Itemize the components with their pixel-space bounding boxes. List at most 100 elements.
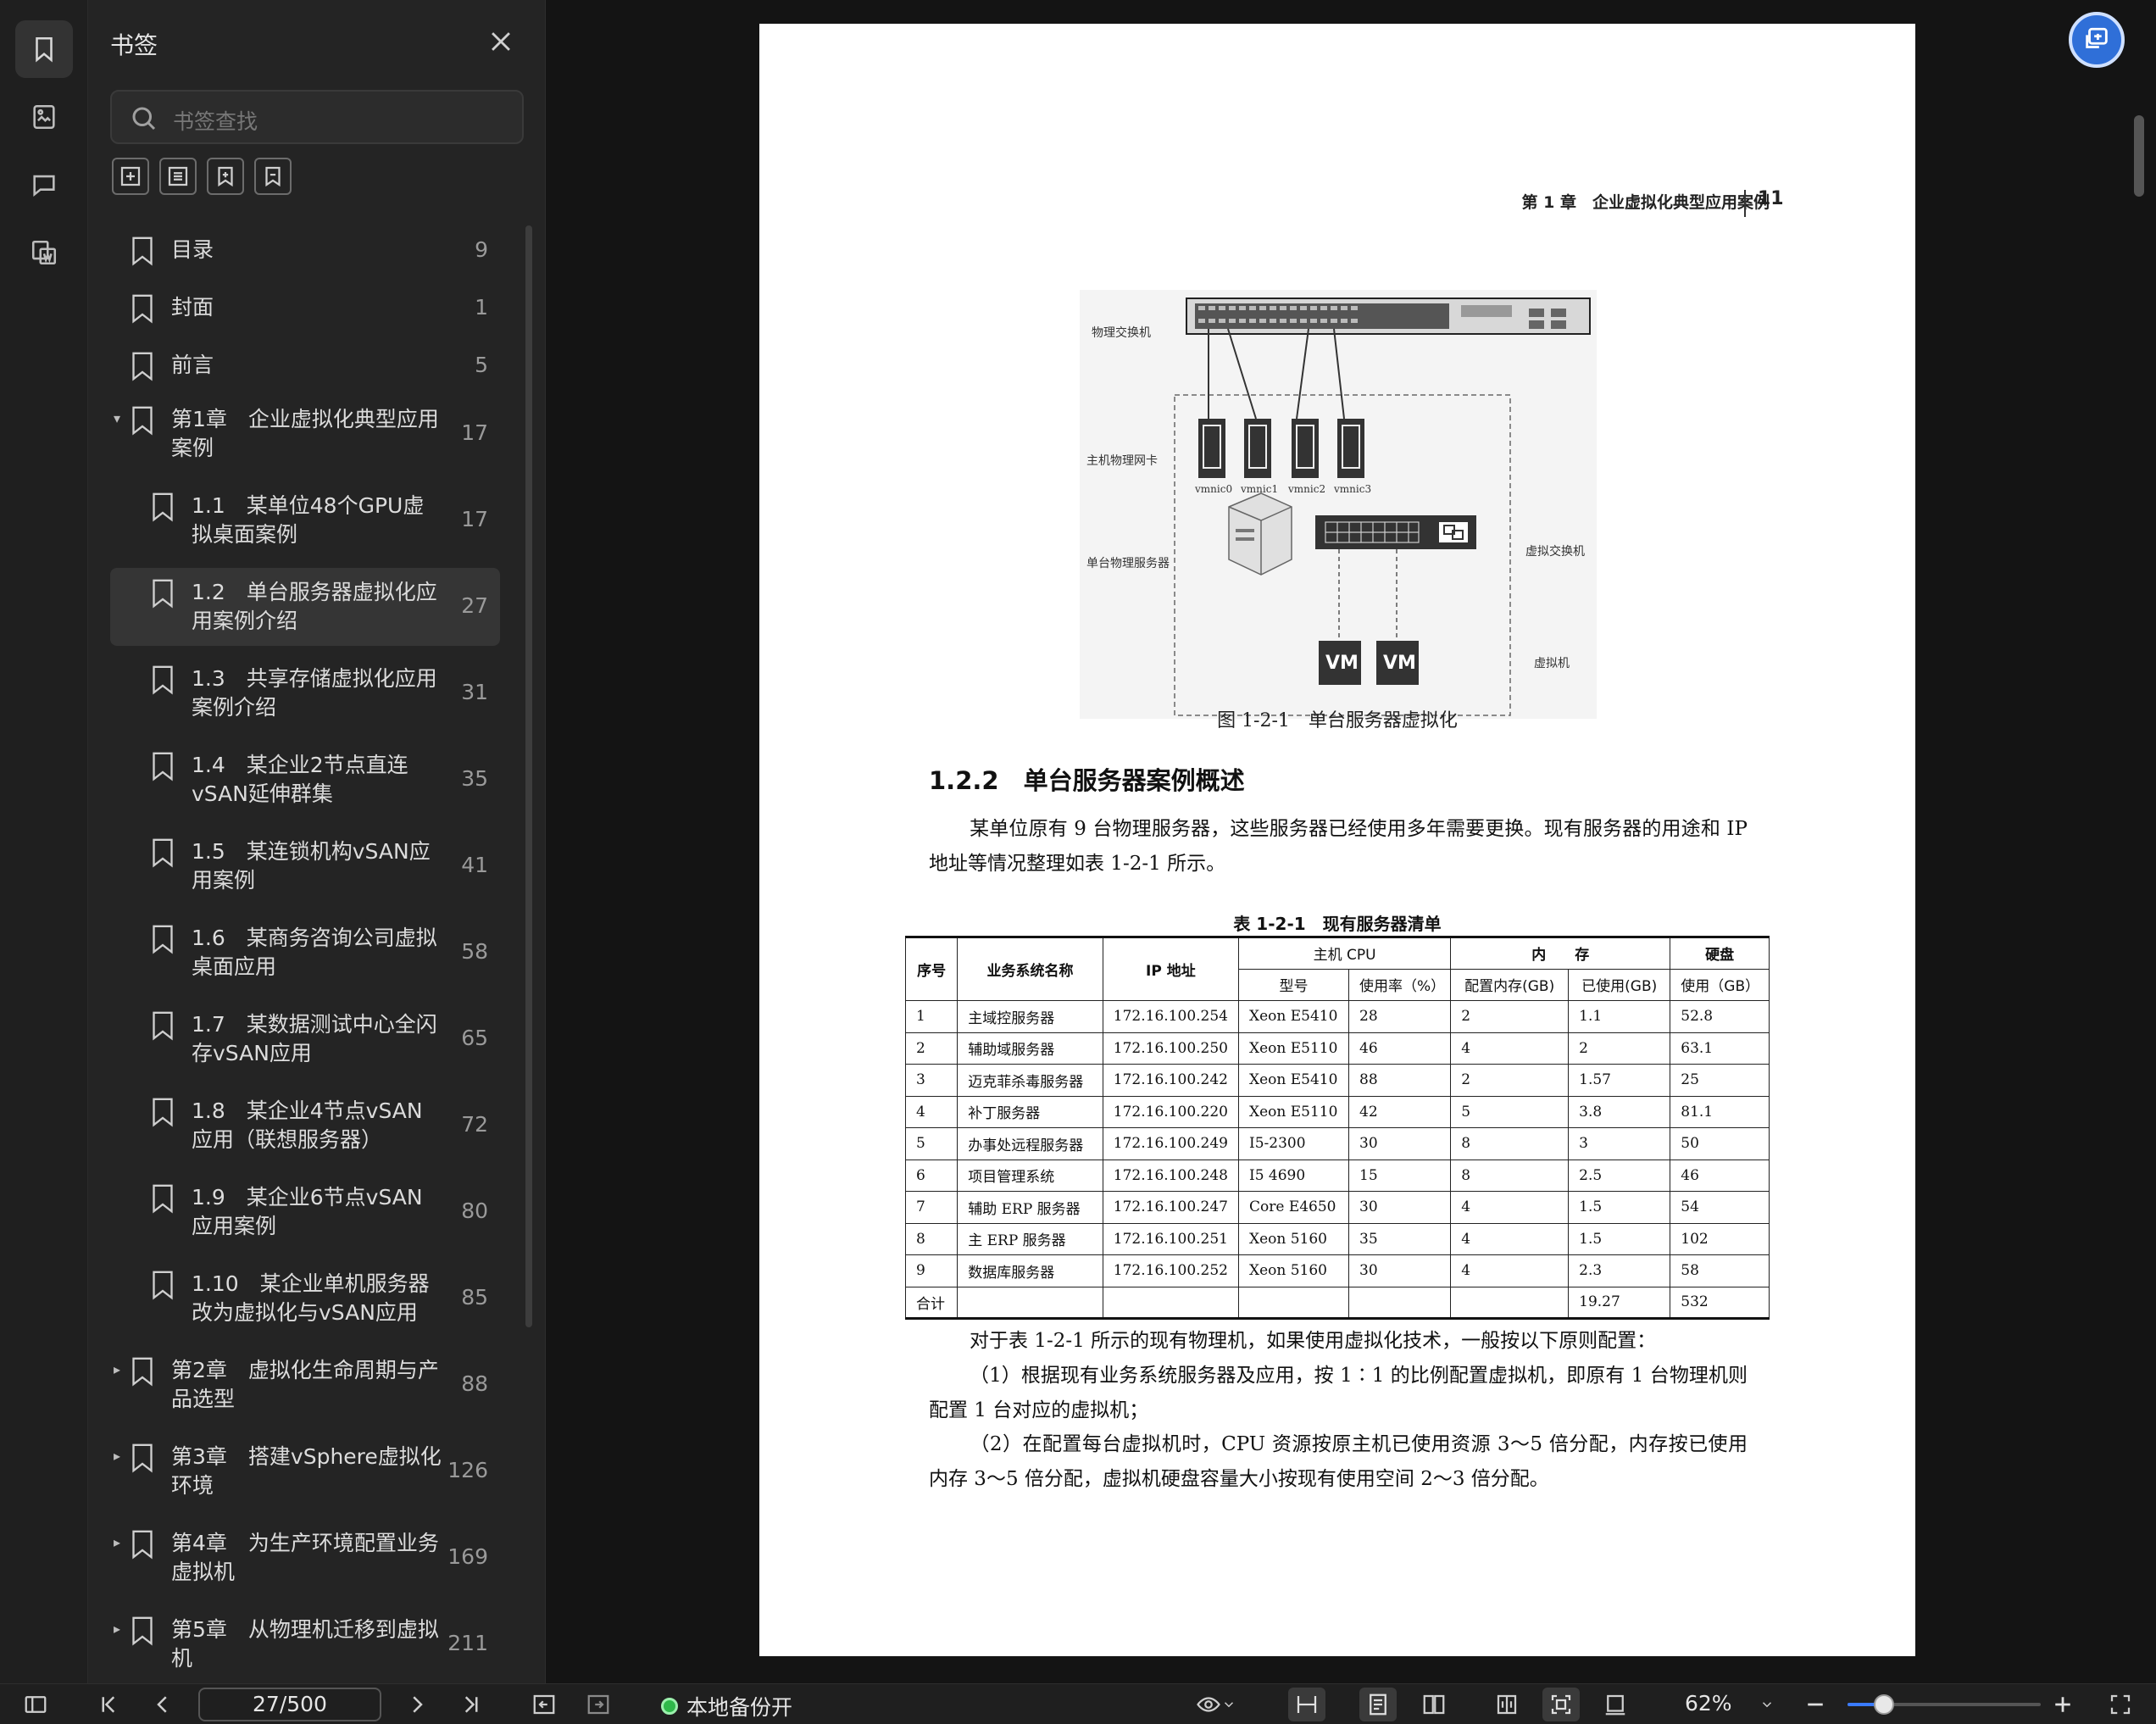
zoom-level[interactable]: 62%	[1685, 1691, 1732, 1716]
zoom-in-button[interactable]	[2048, 1691, 2078, 1718]
previous-page-button[interactable]	[146, 1691, 180, 1718]
table-row: 9 数据库服务器 172.16.100.252 Xeon 5160 30 4 2.3 58	[904, 1254, 1770, 1287]
word-export-rail-button[interactable]	[15, 224, 73, 281]
bookmark-item[interactable]: 1.6 某商务咨询公司虚拟桌面应用 58	[110, 914, 500, 992]
bookmark-item[interactable]: ▸ 第3章 搭建vSphere虚拟化环境 126	[110, 1432, 500, 1510]
bookmark-page-number: 80	[461, 1198, 488, 1223]
table-cell: 7	[904, 1191, 959, 1224]
bookmark-item[interactable]: ▸ 第4章 为生产环境配置业务虚拟机 169	[110, 1519, 500, 1597]
floating-action-button[interactable]	[2069, 12, 2125, 68]
bookmark-item[interactable]: ▸ 第5章 从物理机迁移到虚拟机 211	[110, 1605, 500, 1683]
bookmark-icon	[153, 1184, 173, 1214]
side-rail	[0, 0, 88, 1683]
collapsed-arrow-icon[interactable]: ▸	[114, 1534, 120, 1550]
col-subheader: 使用率（%）	[1348, 968, 1452, 1001]
collapsed-arrow-icon[interactable]: ▸	[114, 1621, 120, 1637]
table-cell: 172.16.100.242	[1102, 1064, 1239, 1097]
collapsed-arrow-icon[interactable]: ▸	[114, 1361, 120, 1377]
go-back-button[interactable]	[527, 1691, 561, 1718]
figure-diagram: 物理交换机 主机物理网卡 单台物理服务器 虚拟交换机 虚拟机 vmnic0 vm…	[1080, 290, 1597, 719]
table-cell: 63.1	[1670, 1032, 1770, 1065]
col-header: 业务系统名称	[957, 937, 1103, 1001]
expanded-arrow-icon[interactable]: ▾	[114, 410, 120, 426]
bookmark-label: 前言	[171, 353, 214, 377]
table-cell: 8	[904, 1222, 959, 1255]
bookmark-item[interactable]: ▸ 第2章 虚拟化生命周期与产品选型 88	[110, 1346, 500, 1424]
table-cell: 1.5	[1568, 1222, 1671, 1255]
table-cell: 35	[1348, 1222, 1452, 1255]
section-heading: 1.2.2 单台服务器案例概述	[929, 766, 1245, 795]
next-page-button[interactable]	[400, 1691, 434, 1718]
search-icon	[132, 107, 156, 131]
go-forward-button[interactable]	[581, 1691, 615, 1718]
zoom-slider-knob[interactable]	[1874, 1694, 1895, 1715]
page-number-input[interactable]: 27/500	[198, 1688, 381, 1721]
table-cell: 30	[1348, 1127, 1452, 1160]
table-cell: 3	[904, 1064, 959, 1097]
bookmark-page-number: 211	[447, 1631, 488, 1655]
col-subheader: 已使用(GB)	[1568, 968, 1671, 1001]
local-backup-status[interactable]: 本地备份开	[661, 1691, 792, 1721]
remove-bookmark-button[interactable]	[159, 158, 197, 195]
col-header: 内 存	[1450, 937, 1671, 970]
eye-protection-button[interactable]	[1190, 1691, 1242, 1718]
add-bookmark-button[interactable]	[112, 158, 149, 195]
bookmark-item[interactable]: 1.7 某数据测试中心全闪存vSAN应用 65	[110, 1000, 500, 1078]
chevron-right-icon	[413, 1696, 423, 1713]
bookmark-item[interactable]: 1.9 某企业6节点vSAN应用案例 80	[110, 1173, 500, 1251]
bookmark-item[interactable]: 1.2 单台服务器虚拟化应用案例介绍 27	[110, 568, 500, 646]
fit-width-button[interactable]	[1288, 1688, 1325, 1721]
collapse-bookmarks-button[interactable]	[254, 158, 292, 195]
bookmark-item[interactable]: 1.10 某企业单机服务器改为虚拟化与vSAN应用 85	[110, 1260, 500, 1337]
bookmark-item[interactable]: 1.3 共享存储虚拟化应用案例介绍 31	[110, 654, 500, 732]
table-cell: 58	[1670, 1254, 1770, 1287]
rotate-button[interactable]	[1597, 1691, 1634, 1718]
bookmark-item[interactable]: 1.1 某单位48个GPU虚拟桌面案例 17	[110, 481, 500, 559]
comment-rail-button[interactable]	[15, 156, 73, 214]
first-page-button[interactable]	[92, 1691, 125, 1718]
nic-label: vmnic1	[1241, 483, 1279, 495]
table-cell: 5	[904, 1127, 959, 1160]
table-cell: 42	[1348, 1095, 1452, 1128]
fit-page-button[interactable]	[1542, 1688, 1580, 1721]
bottom-toolbar: 27/500 本地备份开 62%	[0, 1683, 2156, 1724]
bookmark-icon	[153, 838, 173, 868]
table-row: 8主 ERP 服务器 172.16.100.251 Xeon 5160 35 4 1.5 1…	[904, 1222, 1770, 1255]
bookmark-item[interactable]: 封面 1	[110, 280, 500, 337]
collapsed-arrow-icon[interactable]: ▸	[114, 1448, 120, 1464]
fullscreen-button[interactable]	[2103, 1691, 2137, 1718]
zoom-slider[interactable]	[1848, 1694, 2041, 1715]
zoom-dropdown[interactable]	[1754, 1691, 1780, 1718]
bookmark-page-number: 31	[461, 680, 488, 704]
close-icon[interactable]	[486, 27, 515, 56]
toggle-sidebar-button[interactable]	[19, 1691, 53, 1718]
panel-scrollbar[interactable]	[525, 225, 532, 1327]
bookmark-rail-button[interactable]	[15, 20, 73, 78]
table-cell: 办事处远程服务器	[957, 1127, 1103, 1160]
bookmark-label: 第2章 虚拟化生命周期与产品选型	[171, 1358, 439, 1411]
bookmark-item[interactable]: 1.4 某企业2节点直连vSAN延伸群集 35	[110, 741, 500, 819]
bookmark-page-number: 27	[461, 593, 488, 618]
expand-bookmarks-button[interactable]	[207, 158, 244, 195]
bookmark-item[interactable]: 1.5 某连锁机构vSAN应用案例 41	[110, 827, 500, 905]
bookmark-item[interactable]: ▾ 第1章 企业虚拟化典型应用案例 17	[110, 395, 500, 473]
bookmark-item[interactable]: 目录 9	[110, 222, 500, 280]
bookmark-search-input[interactable]: 书签查找	[110, 90, 524, 144]
document-scrollbar[interactable]	[2134, 115, 2144, 197]
two-page-button[interactable]	[1415, 1691, 1453, 1718]
table-cell: 1.57	[1568, 1064, 1671, 1097]
bookmark-label: 1.8 某企业4节点vSAN应用（联想服务器）	[192, 1098, 423, 1152]
bookmark-page-number: 17	[461, 420, 488, 445]
zoom-out-button[interactable]	[1800, 1691, 1831, 1718]
table-cell: 3	[1568, 1127, 1671, 1160]
bookmark-item[interactable]: 1.8 某企业4节点vSAN应用（联想服务器） 72	[110, 1087, 500, 1165]
book-mode-button[interactable]	[1488, 1691, 1525, 1718]
bookmark-item[interactable]: 前言 5	[110, 337, 500, 395]
thumbnail-rail-button[interactable]	[15, 88, 73, 146]
table-cell: 辅助 ERP 服务器	[957, 1191, 1103, 1224]
last-page-button[interactable]	[454, 1691, 488, 1718]
figure-caption: 图 1-2-1 单台服务器虚拟化	[1217, 710, 1458, 731]
single-page-button[interactable]	[1359, 1688, 1397, 1721]
table-cell: 4	[1450, 1222, 1570, 1255]
table-cell: 28	[1348, 1000, 1452, 1033]
